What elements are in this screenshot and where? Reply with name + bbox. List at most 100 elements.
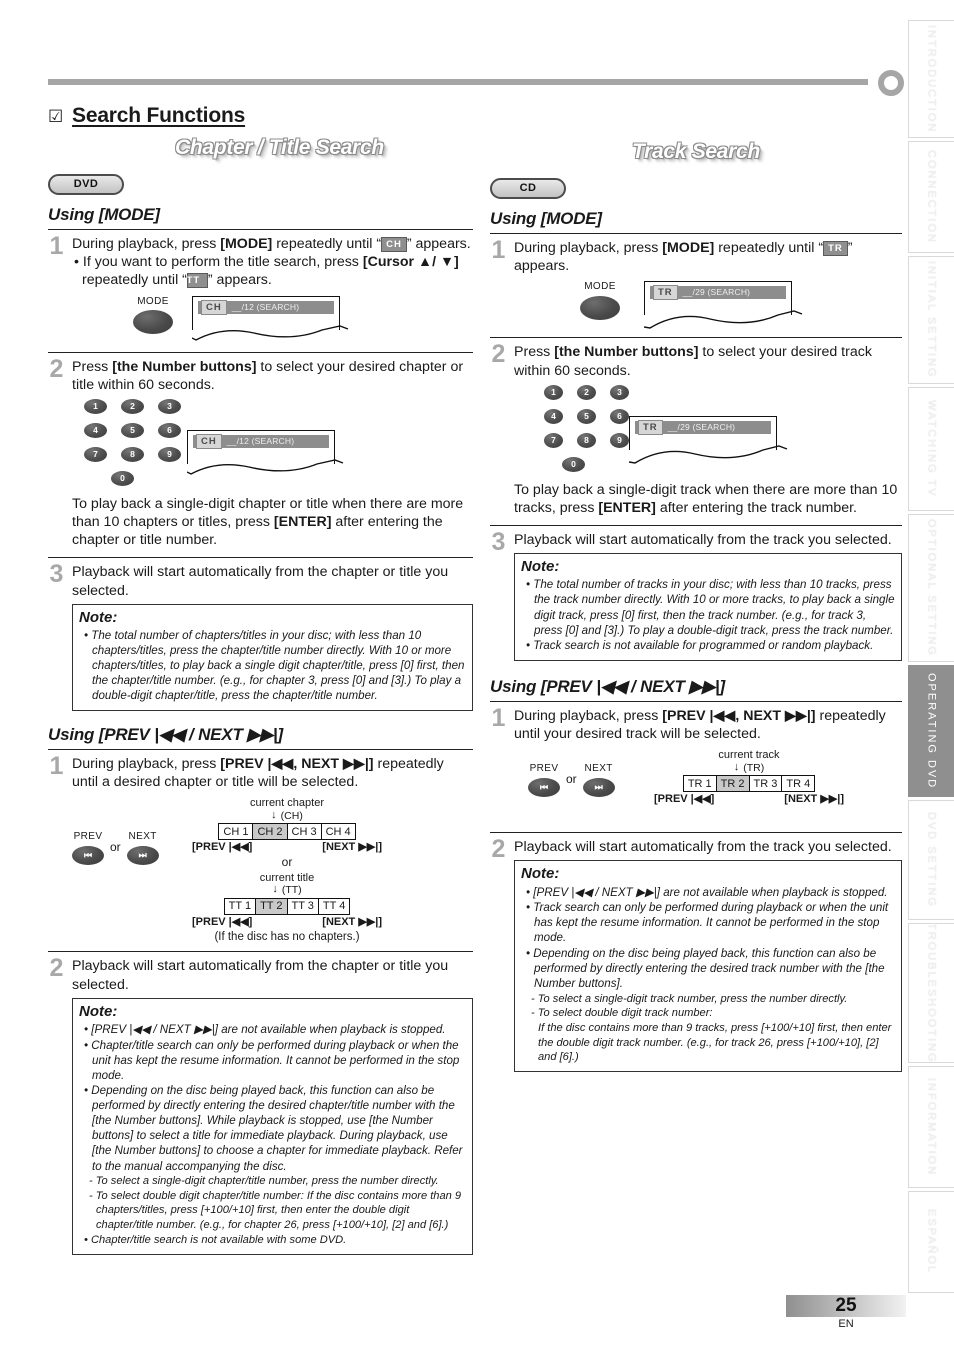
key-9: 9 — [158, 446, 181, 462]
right-column: Track Search CD Using [MODE] 1 During pl… — [490, 104, 902, 1073]
right-step-3: 3 Playback will start automatically from… — [490, 526, 902, 661]
t: During playback, press — [72, 755, 221, 772]
note-item: • The total number of chapters/titles in… — [84, 628, 465, 703]
osd-bar: CH __/12 (SEARCH) — [198, 299, 334, 315]
chain-footnote: (If the disc has no chapters.) — [214, 930, 360, 943]
t: During playback, press — [514, 240, 663, 256]
step-text: During playback, press [MODE] repeatedly… — [514, 239, 902, 331]
key-8: 8 — [121, 446, 144, 462]
chain-left-end: [PREV |◀◀] — [192, 841, 253, 854]
note-list: • [PREV |◀◀ / NEXT ▶▶|] are not availabl… — [79, 1022, 466, 1247]
right-disc-badge-row: CD — [490, 178, 902, 199]
chain-pad — [214, 898, 224, 914]
mode-button-icon — [580, 296, 620, 321]
sidebar-tab-dvd-setting[interactable]: DVD SETTING — [908, 800, 954, 920]
section-tab-rail: INTRODUCTION CONNECTION INITIAL SETTING … — [908, 20, 954, 1296]
chain-cell: TT 4 — [317, 897, 351, 915]
chain-ends: [PREV |◀◀] [NEXT ▶▶|] — [192, 840, 382, 854]
mode-button-illustration: MODE — [72, 296, 192, 335]
sidebar-tab-initial-setting[interactable]: INITIAL SETTING — [908, 256, 954, 384]
t-bold: [the Number buttons] — [554, 344, 699, 361]
sidebar-tab-information[interactable]: INFORMATION — [908, 1066, 954, 1188]
t: ” appears. — [207, 272, 272, 289]
or-separator: or — [566, 772, 577, 787]
page-title: ☑ Search Functions — [48, 104, 473, 128]
chain-pad — [209, 824, 219, 840]
osd-torn-edge-icon — [629, 444, 788, 464]
chain-cell: TT 1 — [223, 897, 257, 915]
checkbox-icon: ☑ — [48, 106, 64, 126]
sidebar-tab-espanol[interactable]: ESPAÑOL — [908, 1191, 954, 1293]
t: after entering the track number. — [655, 499, 858, 516]
key-6: 6 — [158, 422, 181, 438]
prev-button-icon: ⏮ — [528, 777, 560, 797]
sidebar-tab-optional-setting[interactable]: OPTIONAL SETTING — [908, 514, 954, 662]
down-arrow-icon: ↓ — [272, 883, 278, 896]
t: Playback will start automatically from t… — [514, 532, 892, 549]
note-subitem: - To select double digit chapter/title n… — [89, 1190, 462, 1231]
page-footer: 25 EN — [786, 1295, 906, 1330]
step-number: 1 — [491, 236, 506, 264]
left-step-1: 1 During playback, press [MODE] repeated… — [48, 230, 473, 346]
tab-label: OPERATING DVD — [925, 672, 938, 790]
sidebar-tab-introduction[interactable]: INTRODUCTION — [908, 20, 954, 138]
chain-caption: current track — [718, 749, 780, 762]
right-osd-screen-1: TR __/29 (SEARCH) — [644, 281, 803, 331]
step-text: Playback will start automatically from t… — [72, 563, 473, 711]
or-separator: or — [110, 840, 121, 855]
note-item: • Track search can only be performed dur… — [526, 901, 889, 945]
chain-right-end: [NEXT ▶▶|] — [322, 841, 382, 854]
step-text: Press [the Number buttons] to select you… — [514, 343, 902, 517]
mode-button-label: MODE — [137, 295, 169, 307]
chain-cell: TT 3 — [286, 897, 319, 915]
sidebar-tab-connection[interactable]: CONNECTION — [908, 141, 954, 253]
osd-chip-tt-icon: TT — [187, 273, 208, 289]
note-heading: Note: — [521, 558, 560, 576]
t: • If you want to perform the title searc… — [74, 254, 363, 271]
key-0: 0 — [111, 470, 134, 486]
chain-code: (TT) — [281, 884, 302, 897]
mode-button-icon — [133, 310, 173, 335]
right-section-banner: Track Search — [632, 140, 760, 163]
osd-chip-tr-icon: TR — [638, 419, 663, 435]
tab-label: WATCHING TV — [925, 400, 938, 498]
osd-chip-tr-icon: TR — [823, 241, 848, 256]
key-4: 4 — [84, 422, 107, 438]
tab-label: CONNECTION — [925, 150, 938, 244]
key-9: 9 — [610, 432, 629, 448]
chain-left-end: [PREV |◀◀] — [192, 915, 253, 928]
key-0: 0 — [562, 456, 585, 472]
chain-ends: [PREV |◀◀] [NEXT ▶▶|] — [192, 915, 382, 929]
chain-pad — [350, 898, 360, 914]
right-using-prevnext-heading: Using [PREV |◀◀ / NEXT ▶▶|] — [490, 676, 725, 696]
sidebar-tab-troubleshooting[interactable]: TROUBLESHOOTING — [908, 923, 954, 1063]
t-bold: [PREV |◀◀, NEXT ▶▶|] — [662, 707, 816, 724]
right-note-box-1: Note: • The total number of tracks in yo… — [514, 553, 902, 661]
chain-code: (CH) — [280, 809, 303, 822]
next-button-icon: ⏭ — [582, 777, 615, 797]
key-7: 7 — [84, 446, 107, 462]
left-pn-step-2: 2 Playback will start automatically from… — [48, 952, 473, 1255]
note-item: • [PREV |◀◀ / NEXT ▶▶|] are not availabl… — [526, 885, 888, 899]
t-bold: [PREV |◀◀, NEXT ▶▶|] — [220, 755, 374, 772]
note-subitem: - To select a single-digit chapter/title… — [89, 1175, 439, 1188]
note-item: • Depending on the disc being played bac… — [84, 1084, 463, 1173]
number-keypad-illustration: 1 2 3 4 5 6 7 8 9 0 — [72, 398, 187, 495]
chain-table: TR 1 TR 2 TR 3 TR 4 — [673, 775, 824, 793]
sidebar-tab-watching-tv[interactable]: WATCHING TV — [908, 387, 954, 511]
chain-cell-current: TR 2 — [715, 775, 750, 793]
step-number: 2 — [491, 835, 506, 864]
right-step-1: 1 During playback, press [MODE] repeated… — [490, 234, 902, 331]
osd-text: __/12 (SEARCH) — [231, 301, 300, 312]
left-note-box-1: Note: • The total number of chapters/tit… — [72, 603, 473, 711]
next-button-label: NEXT — [128, 831, 157, 843]
left-osd-screen-2: CH __/12 (SEARCH) — [187, 429, 344, 480]
chain-pad — [355, 824, 365, 840]
sidebar-tab-operating-dvd[interactable]: OPERATING DVD — [908, 665, 954, 797]
chain-pad — [673, 776, 683, 792]
step-number: 3 — [491, 528, 506, 557]
prev-button-label: PREV — [529, 763, 559, 775]
down-arrow-icon: ↓ — [733, 760, 740, 773]
note-subitem-continued: If the disc contains more than 9 tracks,… — [538, 1022, 892, 1064]
note-heading: Note: — [79, 608, 118, 626]
